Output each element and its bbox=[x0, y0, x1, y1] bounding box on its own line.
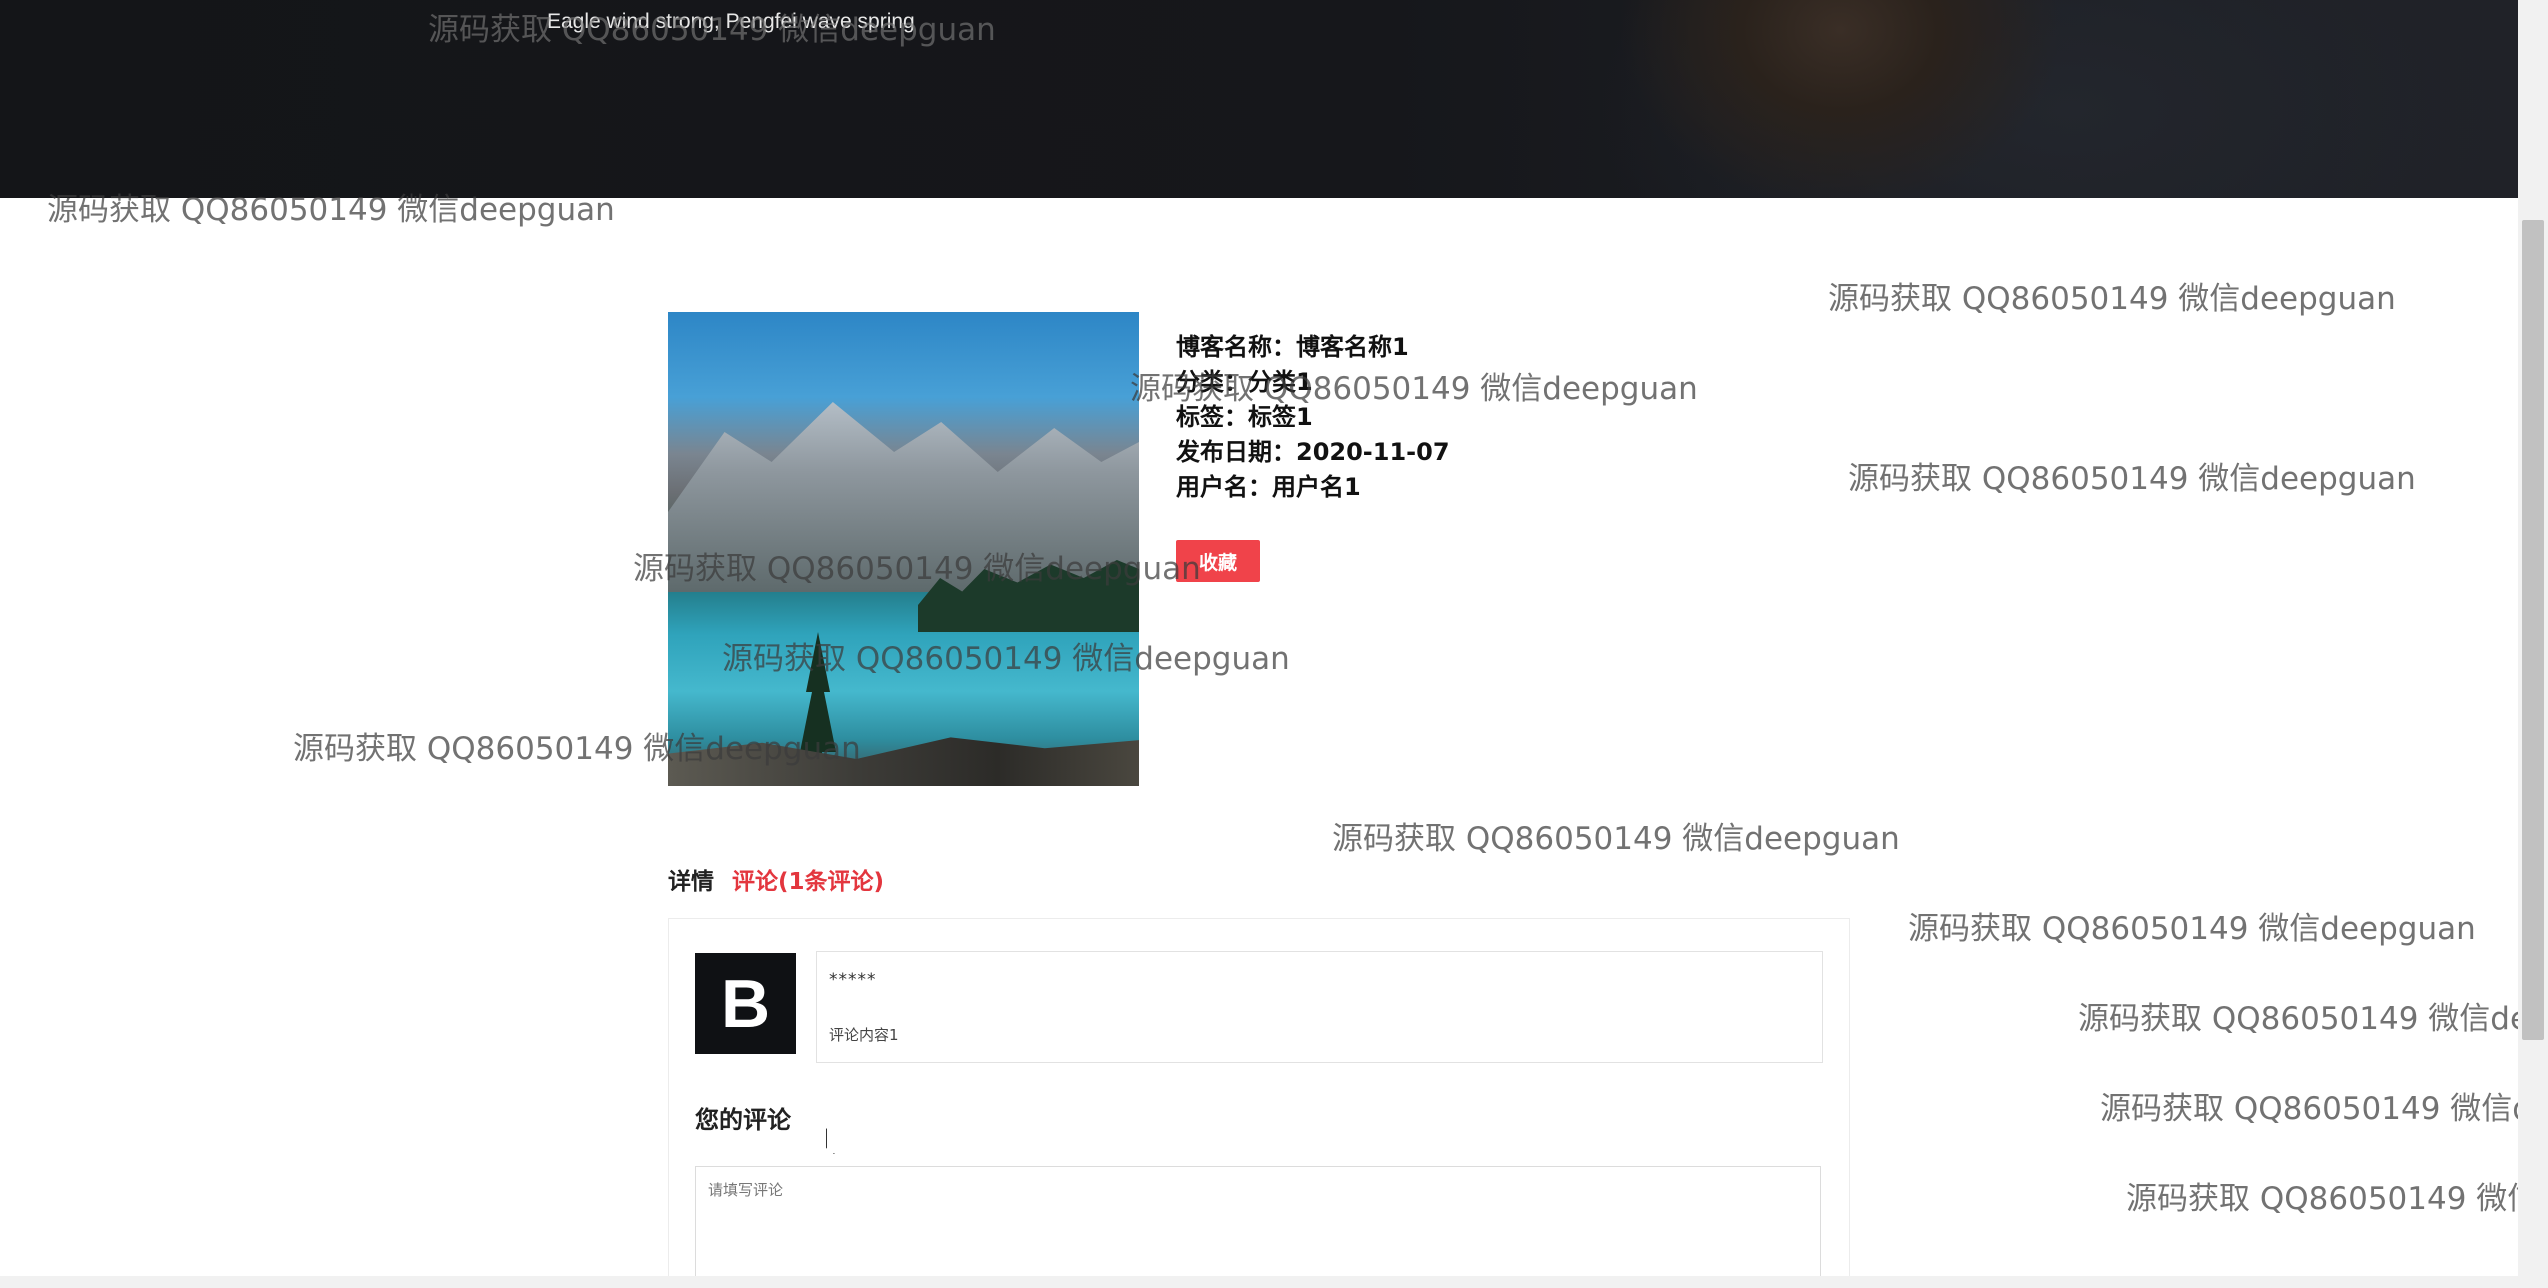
favorite-button[interactable]: 收藏 bbox=[1176, 540, 1260, 582]
watermark: 源码获取 QQ86050149 微信deepguan bbox=[2078, 1001, 2548, 1037]
comment-item: ***** 评论内容1 bbox=[816, 951, 1823, 1063]
your-comment-heading: 您的评论 bbox=[695, 1106, 791, 1134]
comment-input[interactable] bbox=[695, 1166, 1821, 1288]
comment-content: 评论内容1 bbox=[829, 1026, 899, 1044]
vertical-scrollbar[interactable] bbox=[2518, 0, 2548, 1288]
blog-publish-date: 发布日期：2020-11-07 bbox=[1176, 438, 1450, 466]
detail-tabs: 详情 评论(1条评论) bbox=[668, 862, 884, 896]
header-banner: Eagle wind strong, Pengfei wave spring bbox=[0, 0, 2518, 198]
watermark: 源码获取 QQ86050149 微信deepguan bbox=[1332, 821, 1900, 857]
blog-name: 博客名称：博客名称1 bbox=[1176, 333, 1409, 361]
watermark: 源码获取 QQ86050149 微信deepguan bbox=[1848, 461, 2416, 497]
avatar: B bbox=[695, 953, 796, 1054]
blog-cover-image bbox=[668, 312, 1139, 786]
banner-photo bbox=[1420, 0, 2518, 198]
scrollbar-thumb[interactable] bbox=[2522, 220, 2544, 1040]
blog-category: 分类：分类1 bbox=[1176, 368, 1313, 396]
watermark: 源码获取 QQ86050149 微信deepguan bbox=[2100, 1091, 2548, 1127]
cover-rocks bbox=[668, 737, 1139, 786]
horizontal-scrollbar[interactable] bbox=[0, 1276, 2518, 1288]
watermark: 源码获取 QQ86050149 微信deepguan bbox=[1908, 911, 2476, 947]
tab-details[interactable]: 详情 bbox=[668, 862, 714, 896]
watermark: 源码获取 QQ86050149 微信deepguan bbox=[2126, 1181, 2548, 1217]
banner-tagline: Eagle wind strong, Pengfei wave spring bbox=[547, 10, 915, 33]
blog-username: 用户名：用户名1 bbox=[1176, 473, 1361, 501]
cover-mountains bbox=[668, 402, 1139, 592]
blog-tag: 标签：标签1 bbox=[1176, 403, 1313, 431]
comment-username: ***** bbox=[829, 970, 877, 990]
tab-comments[interactable]: 评论(1条评论) bbox=[732, 862, 884, 896]
watermark: 源码获取 QQ86050149 微信deepguan bbox=[1828, 281, 2396, 317]
page: Eagle wind strong, Pengfei wave spring 博… bbox=[0, 0, 2548, 1288]
blog-info: 博客名称：博客名称1 分类：分类1 标签：标签1 发布日期：2020-11-07… bbox=[1176, 330, 1450, 505]
